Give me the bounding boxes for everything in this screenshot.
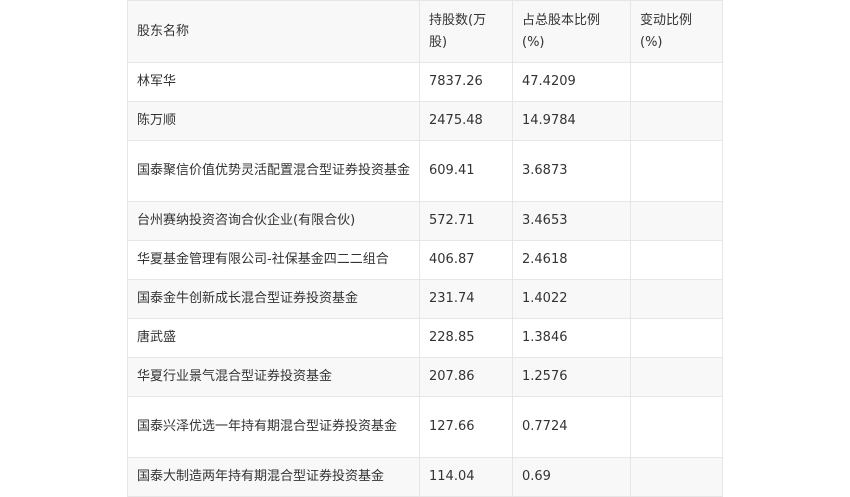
cell-shares: 609.41: [419, 140, 513, 202]
table-row: 国泰聚信价值优势灵活配置混合型证券投资基金 609.41 3.6873: [127, 140, 723, 202]
cell-name: 国泰聚信价值优势灵活配置混合型证券投资基金: [127, 140, 420, 202]
cell-change: [630, 201, 723, 241]
cell-shares: 127.66: [419, 396, 513, 458]
table-row: 陈万顺 2475.48 14.9784: [127, 101, 723, 141]
cell-ratio: 3.4653: [512, 201, 631, 241]
cell-ratio: 1.2576: [512, 357, 631, 397]
cell-name: 国泰兴泽优选一年持有期混合型证券投资基金: [127, 396, 420, 458]
cell-shares: 207.86: [419, 357, 513, 397]
cell-shares: 114.04: [419, 457, 513, 497]
cell-shares: 7837.26: [419, 62, 513, 102]
cell-ratio: 2.4618: [512, 240, 631, 280]
cell-change: [630, 240, 723, 280]
cell-change: [630, 357, 723, 397]
table-row: 唐武盛 228.85 1.3846: [127, 318, 723, 358]
header-shares: 持股数(万股): [419, 0, 513, 63]
table-row: 台州赛纳投资咨询合伙企业(有限合伙) 572.71 3.4653: [127, 201, 723, 241]
table-header-row: 股东名称 持股数(万股) 占总股本比例(%) 变动比例(%): [127, 0, 723, 63]
cell-name: 林军华: [127, 62, 420, 102]
cell-change: [630, 101, 723, 141]
cell-shares: 406.87: [419, 240, 513, 280]
table-row: 林军华 7837.26 47.4209: [127, 62, 723, 102]
table-row: 华夏基金管理有限公司-社保基金四二二组合 406.87 2.4618: [127, 240, 723, 280]
cell-ratio: 1.3846: [512, 318, 631, 358]
cell-ratio: 0.69: [512, 457, 631, 497]
cell-name: 华夏行业景气混合型证券投资基金: [127, 357, 420, 397]
cell-name: 华夏基金管理有限公司-社保基金四二二组合: [127, 240, 420, 280]
shareholders-table-container: 股东名称 持股数(万股) 占总股本比例(%) 变动比例(%) 林军华 7837.…: [127, 0, 723, 497]
cell-shares: 231.74: [419, 279, 513, 319]
cell-change: [630, 140, 723, 202]
table-row: 华夏行业景气混合型证券投资基金 207.86 1.2576: [127, 357, 723, 397]
cell-name: 唐武盛: [127, 318, 420, 358]
table-row: 国泰大制造两年持有期混合型证券投资基金 114.04 0.69: [127, 457, 723, 497]
cell-ratio: 47.4209: [512, 62, 631, 102]
cell-name: 国泰金牛创新成长混合型证券投资基金: [127, 279, 420, 319]
header-shareholder-name: 股东名称: [127, 0, 420, 63]
table-row: 国泰金牛创新成长混合型证券投资基金 231.74 1.4022: [127, 279, 723, 319]
header-change: 变动比例(%): [630, 0, 723, 63]
cell-name: 台州赛纳投资咨询合伙企业(有限合伙): [127, 201, 420, 241]
cell-ratio: 14.9784: [512, 101, 631, 141]
cell-ratio: 0.7724: [512, 396, 631, 458]
cell-shares: 228.85: [419, 318, 513, 358]
cell-name: 陈万顺: [127, 101, 420, 141]
cell-change: [630, 279, 723, 319]
shareholders-table: 股东名称 持股数(万股) 占总股本比例(%) 变动比例(%) 林军华 7837.…: [127, 0, 723, 497]
cell-change: [630, 318, 723, 358]
cell-change: [630, 457, 723, 497]
cell-ratio: 1.4022: [512, 279, 631, 319]
cell-shares: 572.71: [419, 201, 513, 241]
header-ratio: 占总股本比例(%): [512, 0, 631, 63]
cell-ratio: 3.6873: [512, 140, 631, 202]
cell-change: [630, 62, 723, 102]
cell-name: 国泰大制造两年持有期混合型证券投资基金: [127, 457, 420, 497]
cell-change: [630, 396, 723, 458]
cell-shares: 2475.48: [419, 101, 513, 141]
table-row: 国泰兴泽优选一年持有期混合型证券投资基金 127.66 0.7724: [127, 396, 723, 458]
